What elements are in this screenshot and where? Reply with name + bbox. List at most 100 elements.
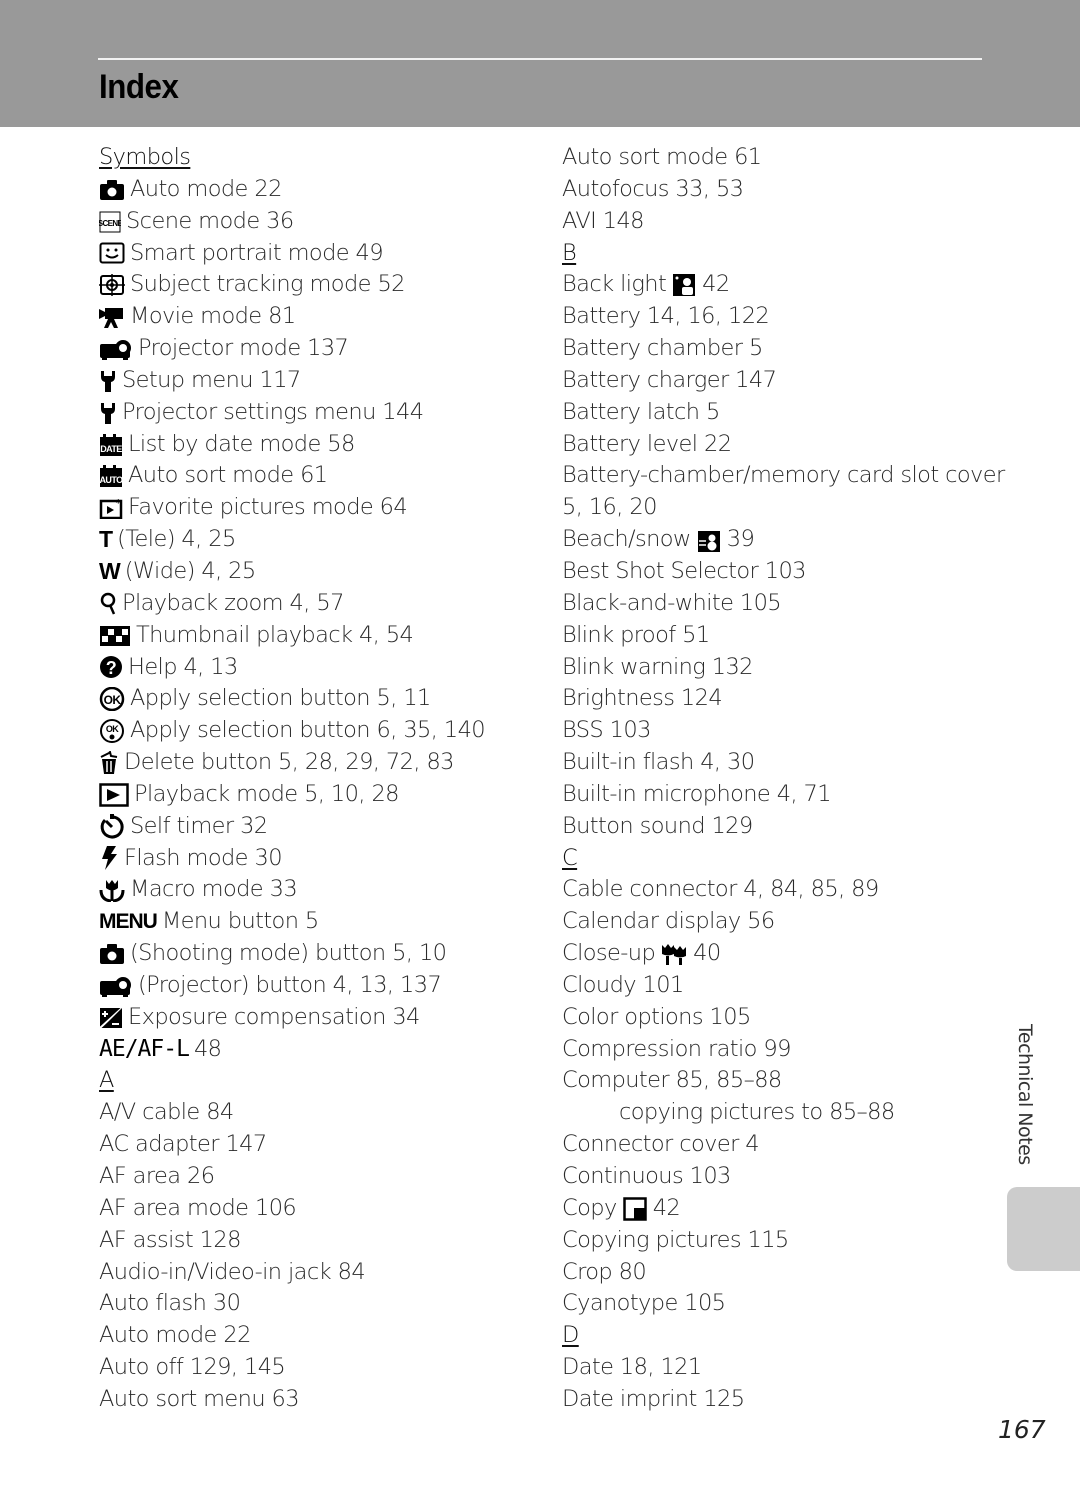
index-entry: W (Wide) 4, 25 [99, 556, 539, 588]
heading-text: D [562, 1322, 579, 1349]
entry-text: AVI 148 [562, 207, 644, 234]
entry-text: Blink warning 132 [562, 653, 754, 680]
playback-icon [99, 783, 129, 807]
index-entry: Blink warning 132 [562, 652, 992, 684]
index-section-heading: C [562, 843, 992, 875]
entry-text: Calendar display 56 [562, 908, 775, 935]
entry-text: (Wide) 4, 25 [124, 557, 256, 584]
entry-text: Playback zoom 4, 57 [122, 589, 344, 616]
index-entry: Date 18, 121 [562, 1352, 992, 1384]
entry-text: Smart portrait mode 49 [130, 239, 384, 266]
index-entry: Brightness 124 [562, 683, 992, 715]
entry-text: List by date mode 58 [128, 430, 355, 457]
index-entry: Audio-in/Video-in jack 84 [99, 1257, 539, 1289]
heading-text: B [562, 239, 577, 266]
ok-rotary-icon: OK [99, 719, 125, 744]
entry-text: Auto sort mode 61 [128, 462, 328, 489]
index-entry: Beach/snow 39 [562, 524, 992, 556]
self-timer-icon [99, 813, 125, 840]
index-entry: Connector cover 4 [562, 1129, 992, 1161]
entry-text: AF area mode 106 [99, 1194, 297, 1221]
entry-text: Date 18, 121 [562, 1354, 702, 1381]
entry-text: Delete button 5, 28, 29, 72, 83 [124, 749, 455, 776]
entry-text: Favorite pictures mode 64 [128, 494, 408, 521]
page-number: 167 [998, 1415, 1046, 1444]
entry-text: Autofocus 33, 53 [562, 175, 744, 202]
index-entry: Cyanotype 105 [562, 1288, 992, 1320]
index-section-heading: B [562, 238, 992, 270]
projector-icon [99, 338, 133, 360]
auto-sort-icon: AUTO [99, 465, 123, 488]
entry-text: Battery chamber 5 [562, 335, 763, 362]
entry-text: Back light [562, 271, 667, 298]
index-entry: Projector mode 137 [99, 333, 539, 365]
index-entry: AE/AF-L 48 [99, 1034, 539, 1066]
thumbnail-icon [99, 625, 131, 647]
entry-text: A/V cable 84 [99, 1099, 234, 1126]
entry-text: (Projector) button 4, 13, 137 [138, 971, 442, 998]
delete-icon [99, 750, 119, 775]
entry-text: Auto sort mode 61 [562, 144, 762, 170]
index-entry: Battery level 22 [562, 429, 992, 461]
entry-text: Copy [562, 1194, 617, 1221]
index-entry: Flash mode 30 [99, 843, 539, 875]
entry-text: Playback mode 5, 10, 28 [134, 780, 399, 807]
entry-text: Crop 80 [562, 1258, 647, 1285]
index-entry: Battery-chamber/memory card slot cover [562, 460, 1005, 492]
entry-text: Thumbnail playback 4, 54 [136, 621, 414, 648]
entry-text: Apply selection button 6, 35, 140 [130, 717, 486, 744]
index-entry: Self timer 32 [99, 811, 539, 843]
index-entry: Auto mode 22 [99, 174, 539, 206]
entry-pages: 42 [702, 271, 730, 298]
index-entry: Back light 42 [562, 269, 992, 301]
index-entry: Calendar display 56 [562, 906, 992, 938]
help-icon: ? [99, 655, 123, 679]
entry-text: Auto off 129, 145 [99, 1354, 286, 1381]
svg-text:SCENE: SCENE [99, 219, 121, 228]
index-entry: Continuous 103 [562, 1161, 992, 1193]
entry-text: Projector settings menu 144 [122, 398, 424, 425]
entry-text: Battery level 22 [562, 430, 732, 457]
tele-icon: T [99, 526, 113, 553]
header-rule [98, 58, 982, 60]
index-entry: Exposure compensation 34 [99, 1002, 539, 1034]
entry-text: Best Shot Selector 103 [562, 557, 806, 584]
heading-text: A [99, 1067, 114, 1094]
index-entry: Battery 14, 16, 122 [562, 301, 992, 333]
subject-tracking-icon [99, 274, 125, 297]
playback-zoom-icon [99, 592, 117, 616]
flash-icon [99, 846, 119, 871]
ae-af-lock-icon: AE/AF-L [99, 1035, 190, 1062]
entry-text: Battery latch 5 [562, 398, 720, 425]
index-entry: AF assist 128 [99, 1225, 539, 1257]
index-entry: Compression ratio 99 [562, 1034, 992, 1066]
entry-text: Exposure compensation 34 [128, 1003, 420, 1030]
index-entry: (Shooting mode) button 5, 10 [99, 938, 539, 970]
index-entry: MENU Menu button 5 [99, 906, 539, 938]
side-tab[interactable] [1007, 1187, 1080, 1271]
entry-text: Self timer 32 [130, 812, 268, 839]
index-entry: Projector settings menu 144 [99, 397, 539, 429]
index-entry: T (Tele) 4, 25 [99, 524, 539, 556]
index-entry: DATE List by date mode 58 [99, 429, 539, 461]
entry-text: (Tele) 4, 25 [117, 526, 236, 553]
index-entry: Color options 105 [562, 1002, 992, 1034]
index-entry: Macro mode 33 [99, 874, 539, 906]
index-section-heading: A [99, 1065, 539, 1097]
index-entry: Built-in microphone 4, 71 [562, 779, 992, 811]
entry-text: Close-up [562, 940, 656, 967]
index-entry: Auto sort mode 61 [562, 142, 992, 174]
smart-portrait-icon [99, 242, 125, 264]
index-entry: Setup menu 117 [99, 365, 539, 397]
page-header: Index [0, 0, 1080, 127]
entry-text: Cable connector 4, 84, 85, 89 [562, 876, 879, 903]
camera-icon [99, 179, 125, 201]
entry-text: Battery 14, 16, 122 [562, 303, 770, 330]
index-entry: Battery charger 147 [562, 365, 992, 397]
index-entry: Auto off 129, 145 [99, 1352, 539, 1384]
entry-text: Compression ratio 99 [562, 1035, 791, 1062]
index-column-right: Auto sort mode 61 Autofocus 33, 53 AVI 148… [562, 142, 1005, 1416]
index-entry: Copy 42 [562, 1193, 992, 1225]
index-entry: AUTO Auto sort mode 61 [99, 460, 539, 492]
index-entry: 5, 16, 20 [562, 492, 992, 524]
